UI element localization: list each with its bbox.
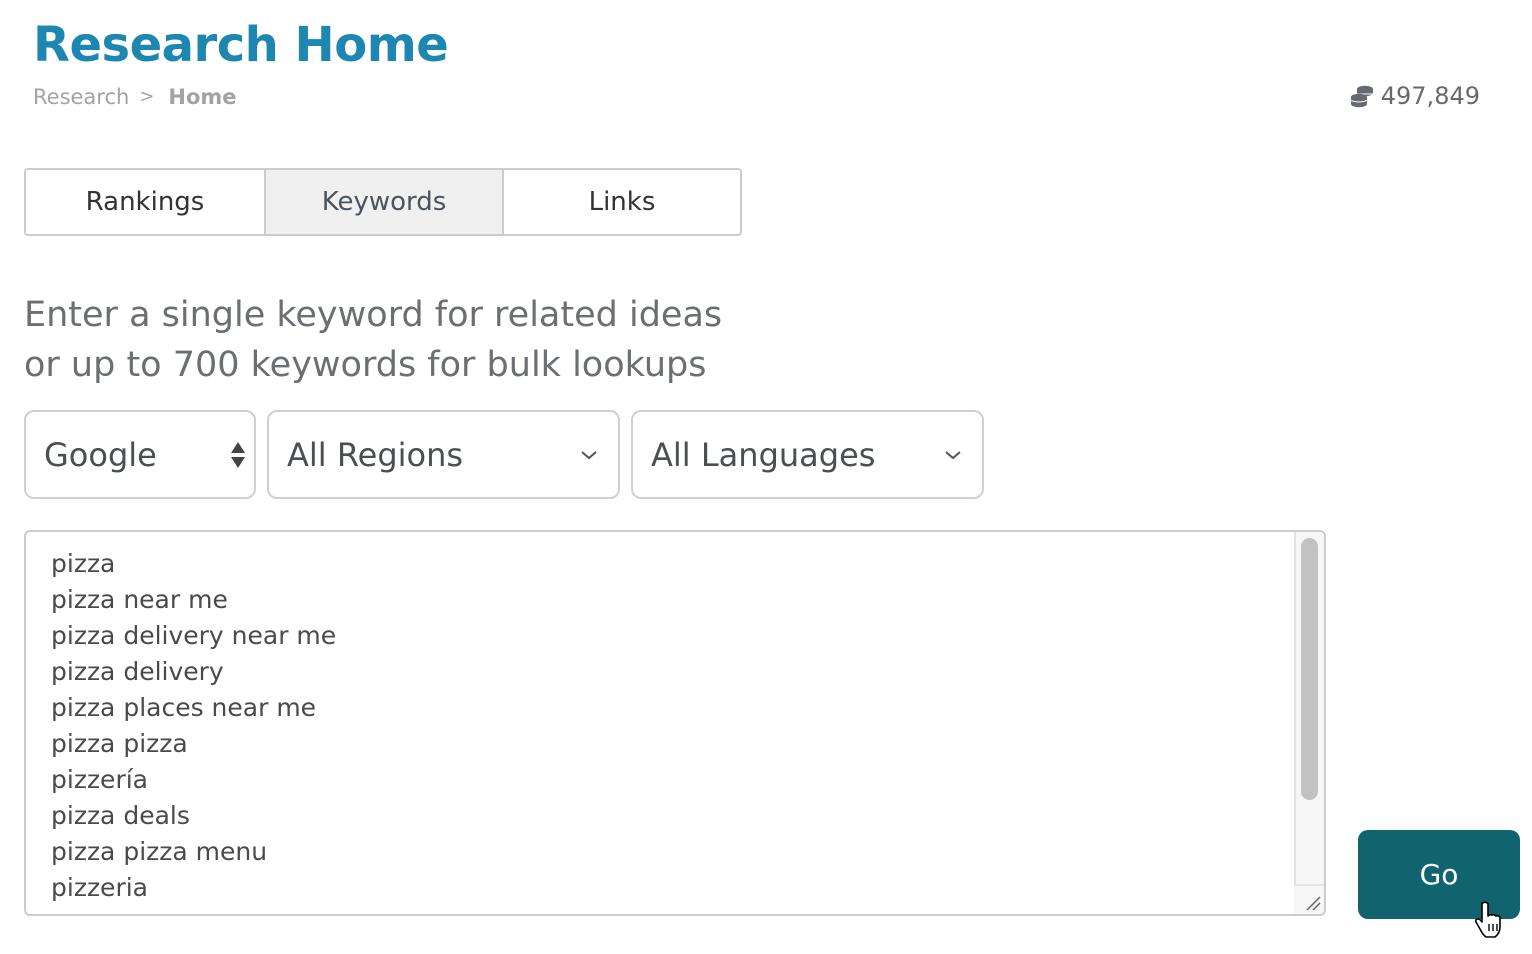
filter-selects: Google All Regions All Languages xyxy=(24,410,984,499)
breadcrumb-current: Home xyxy=(168,84,236,110)
textarea-scrollbar[interactable] xyxy=(1294,532,1324,914)
credits-value: 497,849 xyxy=(1381,82,1480,110)
coins-icon xyxy=(1349,84,1375,108)
breadcrumb-separator: > xyxy=(139,84,154,110)
tab-rankings[interactable]: Rankings xyxy=(26,170,264,234)
go-button[interactable]: Go xyxy=(1358,830,1520,919)
scrollbar-thumb[interactable] xyxy=(1301,538,1318,800)
keyword-line: pizza delivery xyxy=(51,654,336,690)
keyword-line: pizza near me xyxy=(51,582,336,618)
keyword-line: pizzería xyxy=(51,762,336,798)
research-tabs: Rankings Keywords Links xyxy=(24,168,742,236)
region-select[interactable]: All Regions xyxy=(267,410,620,499)
chevron-down-icon xyxy=(580,449,598,461)
credits-balance: 497,849 xyxy=(1349,82,1480,110)
region-value: All Regions xyxy=(287,436,463,474)
keyword-line: pizza pizza menu xyxy=(51,834,336,870)
page-title: Research Home xyxy=(33,16,448,74)
keyword-line: pizza places near me xyxy=(51,690,336,726)
breadcrumb: Research > Home xyxy=(33,84,237,110)
breadcrumb-research-link[interactable]: Research xyxy=(33,84,129,110)
up-down-arrows-icon xyxy=(230,440,246,470)
instructions-line-2: or up to 700 keywords for bulk lookups xyxy=(24,340,722,390)
keyword-lines: pizza pizza near me pizza delivery near … xyxy=(51,546,336,906)
tab-keywords[interactable]: Keywords xyxy=(264,170,502,234)
instructions-line-1: Enter a single keyword for related ideas xyxy=(24,290,722,340)
tab-links[interactable]: Links xyxy=(502,170,740,234)
keyword-line: pizza pizza xyxy=(51,726,336,762)
language-select[interactable]: All Languages xyxy=(631,410,984,499)
keyword-line: pizza xyxy=(51,546,336,582)
keyword-line: pizza delivery near me xyxy=(51,618,336,654)
keyword-line: pizzeria xyxy=(51,870,336,906)
keyword-line: pizza deals xyxy=(51,798,336,834)
search-engine-select[interactable]: Google xyxy=(24,410,256,499)
resize-handle[interactable] xyxy=(1294,884,1324,914)
language-value: All Languages xyxy=(651,436,875,474)
chevron-down-icon xyxy=(944,449,962,461)
instructions-text: Enter a single keyword for related ideas… xyxy=(24,290,722,390)
keywords-textarea[interactable]: pizza pizza near me pizza delivery near … xyxy=(24,530,1326,916)
search-engine-value: Google xyxy=(44,436,157,474)
resize-grip-icon xyxy=(1304,894,1322,912)
